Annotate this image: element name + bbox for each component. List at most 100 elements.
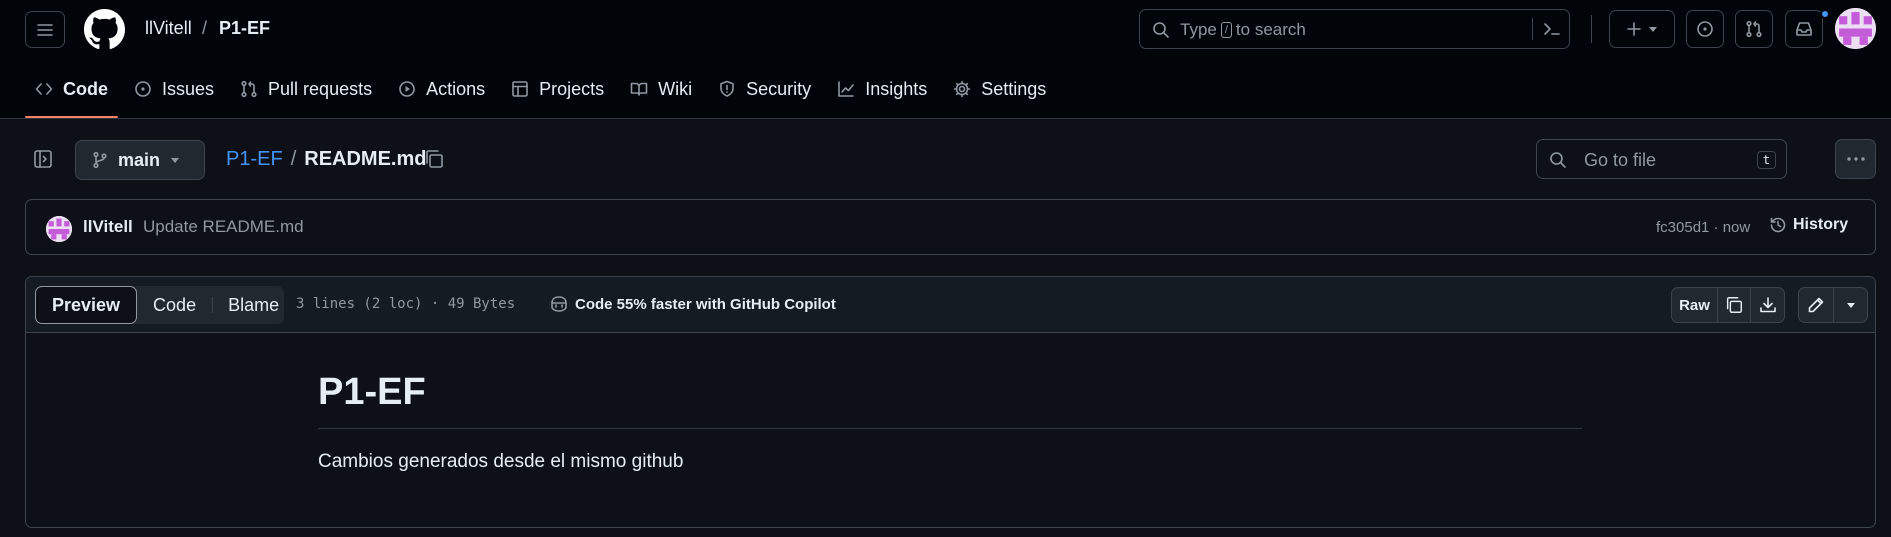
view-mode-switch: Preview Code Blame [35, 286, 284, 324]
chevron-down-icon [1649, 27, 1657, 32]
edit-dropdown-button[interactable] [1834, 288, 1867, 322]
tab-projects-label: Projects [539, 78, 605, 99]
commit-hash-time[interactable]: fc305d1 · now [1656, 219, 1750, 236]
tab-actions[interactable]: Actions [388, 72, 495, 106]
github-logo-icon[interactable] [84, 9, 125, 50]
tab-security[interactable]: Security [708, 72, 821, 106]
global-search-input[interactable]: Type / to search [1139, 9, 1570, 49]
raw-button[interactable]: Raw [1672, 288, 1718, 322]
search-placeholder: Type / to search [1180, 20, 1306, 40]
readme-heading: P1-EF [318, 371, 1582, 429]
history-label: History [1793, 216, 1849, 233]
pull-request-icon [241, 80, 257, 98]
breadcrumb-owner[interactable]: llVitell [145, 18, 192, 39]
tab-security-label: Security [746, 78, 812, 99]
edit-actions-group [1798, 287, 1868, 323]
code-mode-button[interactable]: Code [137, 286, 212, 324]
history-button[interactable]: History [1769, 216, 1848, 234]
tab-issues-label: Issues [162, 78, 215, 99]
repo-navigation: Code Issues Pull requests Actions Projec… [25, 72, 1062, 118]
header-divider [1591, 15, 1592, 43]
file-path: P1-EF / README.md [226, 148, 426, 171]
issue-icon [1697, 21, 1713, 37]
tab-code[interactable]: Code [25, 72, 118, 118]
tab-actions-label: Actions [426, 78, 486, 99]
tab-wiki[interactable]: Wiki [620, 72, 702, 106]
file-actions-group: Raw [1671, 287, 1785, 323]
copilot-icon [551, 296, 567, 312]
sidebar-expand-icon [34, 150, 52, 168]
tab-settings[interactable]: Settings [943, 72, 1056, 106]
tab-issues[interactable]: Issues [124, 72, 224, 106]
copy-path-button[interactable] [423, 148, 445, 170]
path-repo-link[interactable]: P1-EF [226, 148, 283, 171]
copilot-promo-text: Code 55% faster with GitHub Copilot [575, 295, 836, 313]
graph-icon [838, 81, 854, 97]
issue-icon [135, 81, 151, 97]
go-to-file-input[interactable]: Go to file t [1536, 139, 1787, 179]
breadcrumb-separator: / [202, 18, 208, 38]
tab-insights[interactable]: Insights [827, 72, 937, 106]
inbox-button[interactable] [1785, 10, 1823, 48]
branch-name: main [118, 149, 161, 170]
readme-paragraph: Cambios generados desde el mismo github [318, 450, 684, 472]
tab-code-label: Code [63, 78, 108, 99]
chevron-down-icon [171, 158, 180, 163]
create-new-button[interactable] [1609, 10, 1675, 48]
commit-author[interactable]: llVitell [83, 217, 133, 237]
pull-requests-button[interactable] [1735, 10, 1773, 48]
commit-author-avatar[interactable] [46, 216, 72, 242]
preview-mode-button[interactable]: Preview [35, 286, 138, 324]
search-placeholder-prefix: Type [1180, 20, 1217, 39]
book-icon [630, 82, 648, 96]
tab-wiki-label: Wiki [658, 78, 693, 99]
file-viewer-header: Preview Code Blame 3 lines (2 loc) · 49 … [26, 277, 1875, 333]
download-icon [1759, 297, 1776, 313]
blame-mode-button[interactable]: Blame [212, 286, 295, 324]
copy-icon [1726, 297, 1742, 313]
history-icon [1770, 217, 1786, 233]
user-avatar[interactable] [1835, 8, 1876, 49]
more-options-button[interactable] [1835, 139, 1876, 179]
command-palette-button[interactable] [1532, 18, 1561, 40]
search-shortcut-key: / [1220, 22, 1232, 38]
pencil-icon [1808, 297, 1824, 313]
path-file-name: README.md [304, 148, 427, 170]
tab-projects[interactable]: Projects [501, 72, 614, 106]
table-icon [512, 81, 528, 97]
go-to-file-shortcut: t [1756, 151, 1776, 169]
latest-commit-box: llVitell Update README.md fc305d1 · now … [25, 199, 1876, 255]
readme-content: P1-EF Cambios generados desde el mismo g… [318, 371, 1582, 473]
kebab-horizontal-icon [1846, 157, 1865, 161]
go-to-file-placeholder: Go to file [1584, 150, 1657, 170]
copy-icon [426, 150, 443, 168]
identicon-avatar-icon [1835, 8, 1876, 49]
copilot-promo-link[interactable]: Code 55% faster with GitHub Copilot [549, 295, 836, 313]
branch-selector[interactable]: main [75, 140, 205, 180]
copy-raw-button[interactable] [1718, 288, 1751, 322]
tab-pull-requests[interactable]: Pull requests [230, 72, 382, 106]
edit-file-button[interactable] [1799, 288, 1834, 322]
search-placeholder-suffix: to search [1235, 20, 1306, 39]
notification-dot [1820, 9, 1830, 19]
commit-message[interactable]: Update README.md [143, 217, 304, 237]
shield-icon [720, 80, 734, 97]
pull-request-icon [1746, 20, 1762, 38]
download-button[interactable] [1751, 288, 1784, 322]
code-icon [35, 83, 53, 95]
git-branch-icon [93, 151, 107, 169]
issues-button[interactable] [1686, 10, 1724, 48]
global-header: llVitell / P1-EF Type / to search Code I… [0, 0, 1891, 119]
path-separator: / [290, 148, 297, 170]
file-viewer: Preview Code Blame 3 lines (2 loc) · 49 … [25, 276, 1876, 528]
menu-button[interactable] [25, 11, 65, 48]
tab-insights-label: Insights [865, 78, 928, 99]
sidebar-toggle-button[interactable] [33, 149, 53, 169]
inbox-icon [1796, 22, 1812, 36]
tab-pull-requests-label: Pull requests [268, 78, 373, 99]
hamburger-icon [37, 23, 53, 36]
breadcrumb-repo[interactable]: P1-EF [219, 18, 270, 39]
plus-icon [1627, 22, 1641, 36]
identicon-avatar-icon [46, 216, 72, 242]
search-icon [1153, 22, 1169, 38]
